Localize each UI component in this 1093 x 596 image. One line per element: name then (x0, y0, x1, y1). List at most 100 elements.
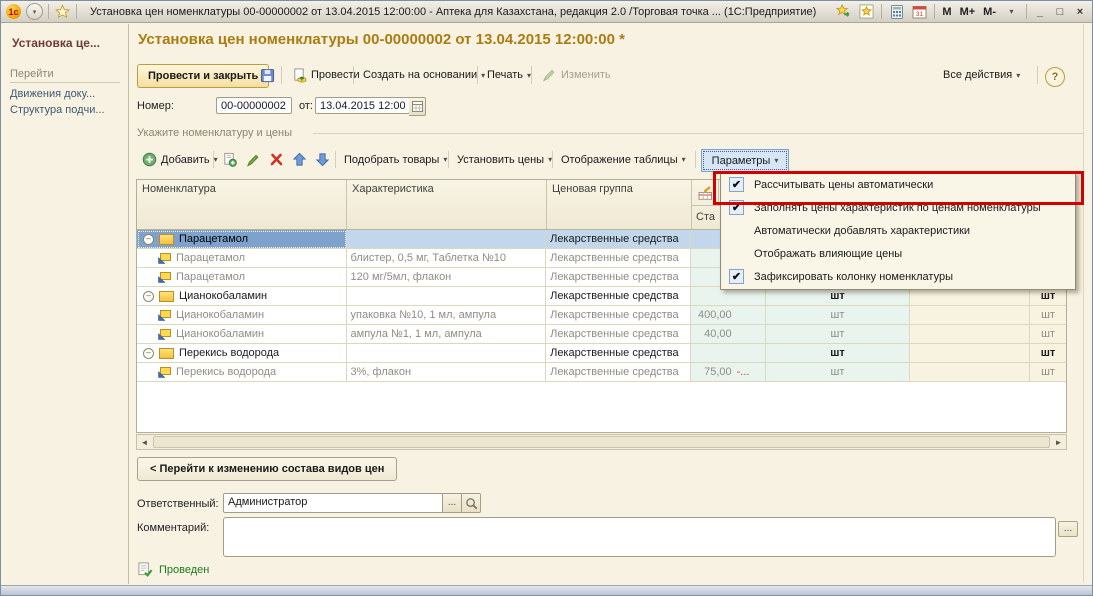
responsible-search-button[interactable] (461, 494, 480, 512)
table-cell[interactable] (347, 230, 547, 249)
cell-nomenclature[interactable]: Перекись водорода (137, 363, 347, 382)
move-up-button[interactable] (288, 149, 310, 170)
table-cell[interactable]: Лекарственные средства (546, 344, 691, 363)
save-button[interactable] (255, 64, 279, 86)
copy-row-button[interactable] (218, 149, 240, 170)
table-cell[interactable]: шт (1030, 325, 1066, 344)
minimize-button[interactable]: _ (1033, 6, 1047, 18)
favorites-star-icon[interactable] (54, 4, 71, 20)
horizontal-scrollbar[interactable]: ◄ ► (136, 434, 1067, 450)
table-cell[interactable]: Лекарственные средства (546, 363, 691, 382)
post-and-close-button[interactable]: Провести и закрыть (137, 64, 269, 88)
table-cell[interactable]: ампула №1, 1 мл, ампула (347, 325, 547, 344)
table-cell[interactable]: Лекарственные средства (546, 268, 691, 287)
add-button[interactable]: Добавить▾ (138, 149, 221, 170)
cell-old-price[interactable]: 400,00 (691, 306, 766, 325)
table-cell[interactable]: шт (1030, 344, 1066, 363)
comment-expand-button[interactable]: ... (1058, 521, 1078, 537)
table-cell[interactable]: упаковка №10, 1 мл, ампула (347, 306, 547, 325)
parameters-button[interactable]: Параметры▾ (701, 149, 789, 172)
print-button[interactable]: Печать▾ (483, 64, 535, 86)
cell-nomenclature[interactable]: Цианокобаламин (137, 325, 347, 344)
responsible-field[interactable]: Администратор ... (223, 493, 481, 513)
table-cell[interactable]: шт (1030, 363, 1066, 382)
number-input[interactable] (216, 97, 292, 114)
collapse-icon[interactable]: – (143, 291, 154, 302)
table-row[interactable]: Цианокобаламинупаковка №10, 1 мл, ампула… (137, 306, 1066, 325)
delete-x-icon (268, 152, 284, 168)
system-menu-button[interactable]: ▾ (26, 3, 43, 20)
cell-old-price[interactable]: 40,00 (691, 325, 766, 344)
cell-nomenclature[interactable]: Парацетамол (137, 268, 347, 287)
menu-item[interactable]: ✔Зафиксировать колонку номенклатуры (721, 265, 1075, 288)
collapse-icon[interactable]: – (143, 348, 154, 359)
table-cell[interactable] (910, 344, 1030, 363)
column-header-characteristic[interactable]: Характеристика (347, 180, 547, 229)
help-button[interactable]: ? (1045, 67, 1065, 87)
maximize-button[interactable]: □ (1053, 6, 1067, 18)
cell-nomenclature[interactable]: Цианокобаламин (137, 306, 347, 325)
scrollbar-thumb[interactable] (153, 436, 1050, 448)
menu-item[interactable]: Отображать влияющие цены (721, 242, 1075, 265)
sidebar-link-document-movements[interactable]: Движения доку... (10, 88, 95, 100)
table-cell[interactable]: шт (766, 344, 911, 363)
cell-old-price[interactable]: 75,00-... (691, 363, 766, 382)
table-cell[interactable] (910, 325, 1030, 344)
cell-nomenclature[interactable]: –Парацетамол (137, 230, 347, 249)
table-row[interactable]: Перекись водорода3%, флаконЛекарственные… (137, 363, 1066, 382)
favorites-list-icon[interactable] (858, 4, 875, 20)
table-cell[interactable]: шт (1030, 306, 1066, 325)
table-cell[interactable]: Лекарственные средства (546, 249, 691, 268)
table-cell[interactable] (910, 306, 1030, 325)
column-header-nomenclature[interactable]: Номенклатура (137, 180, 347, 229)
table-cell[interactable]: Лекарственные средства (546, 325, 691, 344)
date-picker-button[interactable] (409, 97, 426, 116)
edit-row-button[interactable] (242, 149, 264, 170)
close-button[interactable]: × (1073, 6, 1087, 18)
table-cell[interactable]: шт (766, 325, 911, 344)
comment-input[interactable] (223, 517, 1056, 557)
more-commands-icon[interactable]: ▾ (1003, 4, 1020, 20)
collapse-icon[interactable]: – (143, 234, 154, 245)
table-row[interactable]: –Перекись водорода Лекарственные средства… (137, 344, 1066, 363)
table-cell[interactable]: 120 мг/5мл, флакон (347, 268, 547, 287)
table-cell[interactable]: Лекарственные средства (546, 230, 691, 249)
table-cell[interactable]: шт (766, 306, 911, 325)
table-cell[interactable]: 3%, флакон (347, 363, 547, 382)
calendar-icon[interactable]: 31 (911, 4, 928, 20)
memory-m-button[interactable]: M (941, 6, 952, 18)
table-cell[interactable] (910, 363, 1030, 382)
menu-item[interactable]: Автоматически добавлять характеристики (721, 219, 1075, 242)
table-cell[interactable]: шт (766, 363, 911, 382)
table-cell[interactable]: Лекарственные средства (546, 306, 691, 325)
table-cell[interactable] (347, 287, 547, 306)
table-cell[interactable] (347, 344, 547, 363)
set-prices-button[interactable]: Установить цены▾ (454, 149, 555, 170)
edit-button[interactable]: Изменить (537, 64, 615, 86)
create-on-basis-button[interactable]: Создать на основании▾ (359, 64, 489, 86)
table-cell[interactable]: Лекарственные средства (546, 287, 691, 306)
move-down-button[interactable] (311, 149, 333, 170)
cell-nomenclature[interactable]: –Цианокобаламин (137, 287, 347, 306)
table-row[interactable]: Цианокобаламинампула №1, 1 мл, ампулаЛек… (137, 325, 1066, 344)
date-input[interactable] (315, 97, 410, 114)
responsible-select-button[interactable]: ... (442, 494, 461, 512)
goto-price-kinds-button[interactable]: < Перейти к изменению состава видов цен (137, 457, 397, 481)
memory-m-minus-button[interactable]: M- (982, 6, 997, 18)
memory-m-plus-button[interactable]: M+ (959, 6, 977, 18)
table-cell[interactable]: блистер, 0,5 мг, Таблетка №10 (347, 249, 547, 268)
delete-row-button[interactable] (265, 149, 287, 170)
table-view-button[interactable]: Отображение таблицы▾ (558, 149, 689, 170)
cell-old-price[interactable] (691, 344, 766, 363)
pick-goods-button[interactable]: Подобрать товары▾ (341, 149, 450, 170)
column-header-price-group[interactable]: Ценовая группа (547, 180, 692, 229)
scroll-right-button[interactable]: ► (1051, 438, 1066, 447)
cell-nomenclature[interactable]: Парацетамол (137, 249, 347, 268)
all-actions-button[interactable]: Все действия▾ (939, 64, 1024, 86)
sidebar-link-subordination-structure[interactable]: Структура подчи... (10, 104, 105, 116)
calculator-icon[interactable] (888, 4, 905, 20)
cell-nomenclature[interactable]: –Перекись водорода (137, 344, 347, 363)
comment-label: Комментарий: (137, 522, 209, 534)
scroll-left-button[interactable]: ◄ (137, 438, 152, 447)
add-to-favorites-icon[interactable] (835, 4, 852, 20)
